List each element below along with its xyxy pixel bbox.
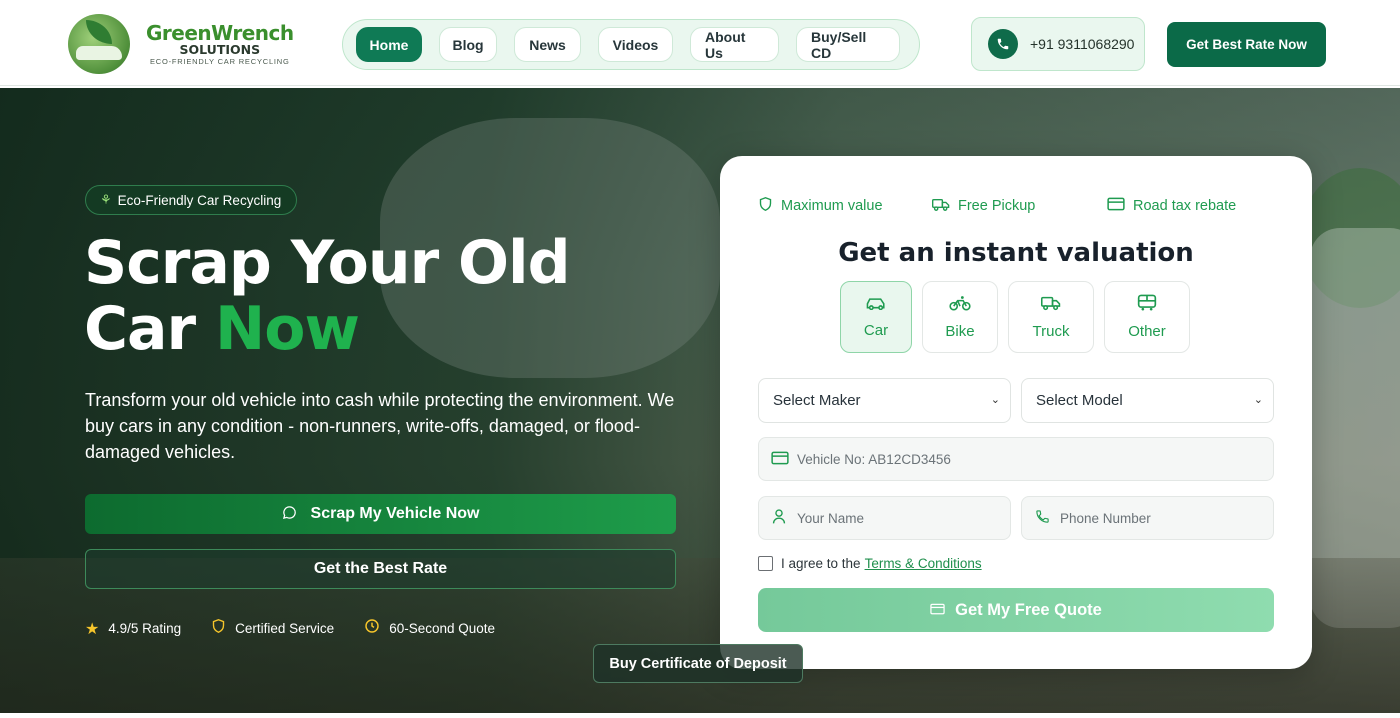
terms-agreement: I agree to the Terms & Conditions <box>758 556 982 571</box>
eco-badge-label: Eco-Friendly Car Recycling <box>117 192 282 208</box>
hero-stats: ★ 4.9/5 Rating Certified Service 60-Seco… <box>85 618 525 639</box>
phone-number: +91 9311068290 <box>1030 36 1135 52</box>
type-other[interactable]: Other <box>1104 281 1190 353</box>
get-free-quote-button[interactable]: Get My Free Quote <box>758 588 1274 632</box>
stat-rating: ★ 4.9/5 Rating <box>85 620 182 638</box>
star-icon: ★ <box>85 620 100 638</box>
main-nav: Home Blog News Videos About Us Buy/Sell … <box>342 19 920 70</box>
site-header: GreenWrench SOLUTIONS ECO-FRIENDLY CAR R… <box>0 0 1400 86</box>
nav-buy-sell-cd[interactable]: Buy/Sell CD <box>796 27 900 62</box>
truck-icon <box>1041 295 1061 315</box>
brand-title: GreenWrench <box>146 20 294 45</box>
card-icon <box>1107 197 1125 214</box>
vehicle-number-field[interactable]: Vehicle No: AB12CD3456 <box>758 437 1274 481</box>
eco-badge: ⚘ Eco-Friendly Car Recycling <box>85 185 298 215</box>
maker-select[interactable]: Select Maker ⌄ <box>758 378 1011 423</box>
vehicle-type-selector: Car Bike Truck Other <box>840 281 1200 353</box>
phone-contact[interactable]: +91 9311068290 <box>971 17 1145 71</box>
phone-field[interactable]: Phone Number <box>1021 496 1274 540</box>
card-icon <box>771 451 789 468</box>
buy-certificate-button[interactable]: Buy Certificate of Deposit <box>593 644 803 683</box>
brand-tagline: ECO-FRIENDLY CAR RECYCLING <box>149 57 290 66</box>
sprout-icon: ⚘ <box>100 192 112 207</box>
nav-news[interactable]: News <box>514 27 581 62</box>
nav-home[interactable]: Home <box>356 27 422 62</box>
valuation-form: Maximum value Free Pickup Road tax rebat… <box>720 156 1312 669</box>
brand-logo[interactable]: GreenWrench SOLUTIONS ECO-FRIENDLY CAR R… <box>68 14 298 74</box>
get-best-rate-button[interactable]: Get Best Rate Now <box>1167 22 1326 67</box>
phone-icon <box>988 29 1018 59</box>
feature-road-tax: Road tax rebate <box>1107 196 1236 215</box>
hero-section: ⚘ Eco-Friendly Car Recycling Scrap Your … <box>0 88 1400 713</box>
terms-checkbox[interactable] <box>758 556 773 571</box>
card-icon <box>930 603 945 618</box>
chevron-down-icon: ⌄ <box>1253 394 1263 406</box>
brand-subtitle: SOLUTIONS <box>179 41 261 57</box>
phone-icon <box>1034 509 1050 527</box>
feature-free-pickup: Free Pickup <box>932 196 1107 215</box>
stat-quote: 60-Second Quote <box>364 618 495 639</box>
hero-description: Transform your old vehicle into cash whi… <box>85 390 675 462</box>
scrap-vehicle-button[interactable]: Scrap My Vehicle Now <box>85 494 676 534</box>
nav-blog[interactable]: Blog <box>439 27 497 62</box>
name-field[interactable]: Your Name <box>758 496 1011 540</box>
feature-max-value: Maximum value <box>758 196 932 215</box>
truck-icon <box>932 197 950 215</box>
model-select[interactable]: Select Model ⌄ <box>1021 378 1274 423</box>
type-truck[interactable]: Truck <box>1008 281 1094 353</box>
shield-icon <box>211 618 226 639</box>
get-best-rate-hero-button[interactable]: Get the Best Rate <box>85 549 676 589</box>
feature-list: Maximum value Free Pickup Road tax rebat… <box>758 196 1278 215</box>
nav-about-us[interactable]: About Us <box>690 27 779 62</box>
chat-icon <box>282 505 297 523</box>
shield-icon <box>758 196 773 215</box>
terms-link[interactable]: Terms & Conditions <box>865 556 982 571</box>
type-bike[interactable]: Bike <box>922 281 998 353</box>
chevron-down-icon: ⌄ <box>990 394 1000 406</box>
nav-videos[interactable]: Videos <box>598 27 673 62</box>
hero-title: Scrap Your Old Car Now <box>84 228 571 364</box>
user-icon <box>771 509 787 527</box>
car-icon <box>865 296 887 314</box>
bus-icon <box>1137 294 1157 315</box>
form-title: Get an instant valuation <box>838 238 1194 268</box>
clock-icon <box>364 618 380 639</box>
type-car[interactable]: Car <box>840 281 912 353</box>
bike-icon <box>949 295 971 315</box>
stat-certified: Certified Service <box>211 618 334 639</box>
logo-icon <box>68 14 130 74</box>
